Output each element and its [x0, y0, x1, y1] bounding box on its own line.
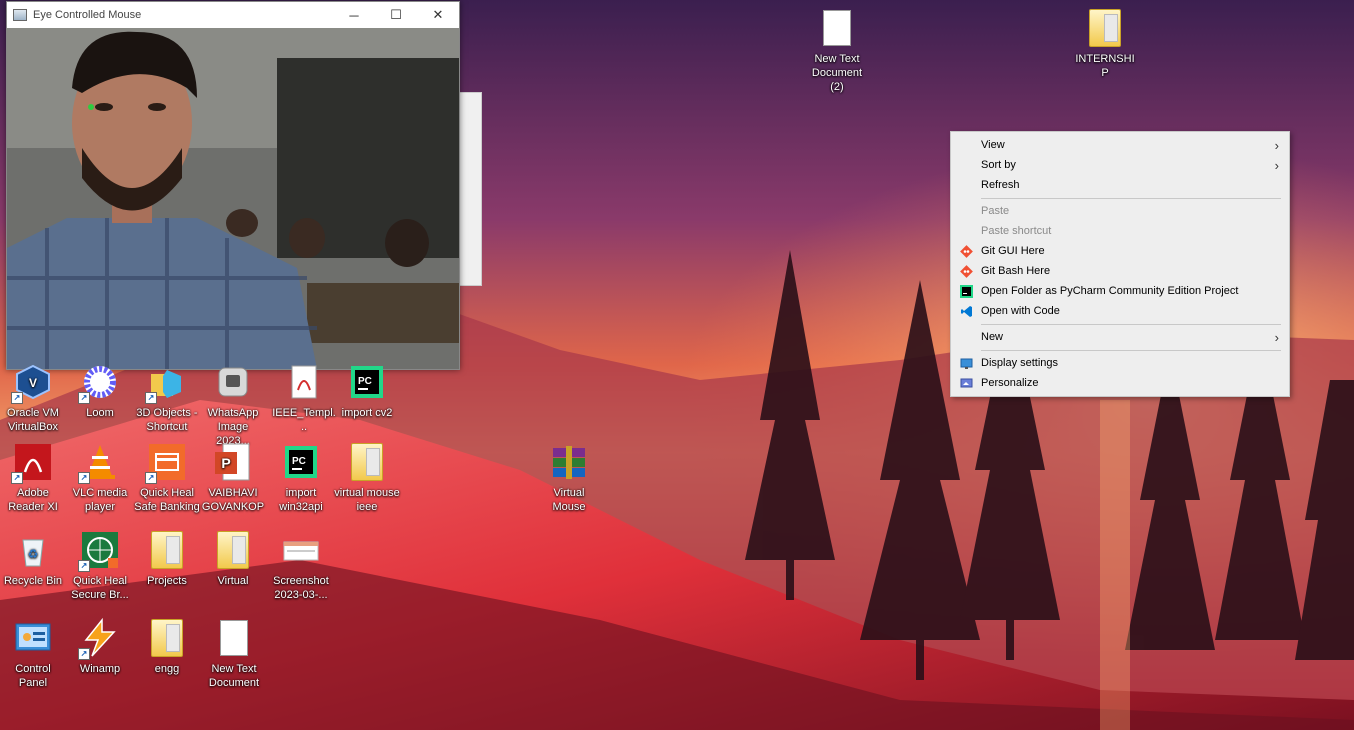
desktop-icon-internship[interactable]: INTERNSHIP	[1072, 8, 1138, 80]
svg-text:PC: PC	[358, 376, 372, 387]
menu-item-git-bash-here[interactable]: Git Bash Here	[951, 261, 1289, 281]
menu-item-sort-by[interactable]: Sort by ›	[951, 155, 1289, 175]
desktop-icon-loom[interactable]: ↗ Loom	[67, 362, 133, 420]
chevron-right-icon: ›	[1274, 329, 1279, 345]
menu-separator	[981, 350, 1281, 351]
window-title: Eye Controlled Mouse	[33, 9, 142, 21]
menu-item-refresh[interactable]: Refresh	[951, 175, 1289, 195]
svg-text:P: P	[221, 455, 230, 471]
maximize-button[interactable]: ☐	[375, 2, 417, 28]
recycle-bin-icon: ♻	[13, 530, 53, 570]
desktop-icon-whatsapp-image[interactable]: WhatsApp Image 2023...	[200, 362, 266, 448]
webcam-feed	[7, 28, 459, 369]
desktop-icon-virtual-mouse[interactable]: Virtual Mouse	[536, 442, 602, 514]
chevron-right-icon: ›	[1274, 137, 1279, 153]
desktop-icon-recycle-bin[interactable]: ♻ Recycle Bin	[0, 530, 66, 588]
vscode-icon	[960, 305, 973, 318]
desktop-icon-screenshot[interactable]: Screenshot 2023-03-...	[268, 530, 334, 602]
svg-text:PC: PC	[292, 456, 306, 467]
folder-icon	[147, 530, 187, 570]
quick-heal-browser-icon: ↗	[78, 530, 120, 572]
personalize-icon	[960, 377, 973, 390]
powerpoint-icon: P	[213, 442, 253, 482]
control-panel-icon	[13, 618, 53, 658]
desktop-icon-3d-objects-shortcut[interactable]: ↗ 3D Objects - Shortcut	[134, 362, 200, 434]
menu-item-view[interactable]: View ›	[951, 135, 1289, 155]
menu-separator	[981, 198, 1281, 199]
desktop-icon-virtual-mouse-ieee[interactable]: virtual mouse ieee	[334, 442, 400, 514]
svg-text:♻: ♻	[28, 547, 39, 561]
display-icon	[960, 357, 973, 370]
git-bash-icon	[960, 264, 973, 278]
window-titlebar[interactable]: Eye Controlled Mouse ─ ☐ ✕	[7, 2, 459, 28]
desktop-icon-engg[interactable]: engg	[134, 618, 200, 676]
desktop-icon-oracle-vm-virtualbox[interactable]: V ↗ Oracle VM VirtualBox	[0, 362, 66, 434]
image-icon	[213, 362, 253, 402]
text-document-icon	[817, 8, 857, 48]
pycharm-icon	[960, 284, 973, 298]
quick-heal-banking-icon: ↗	[145, 442, 187, 484]
desktop-icon-projects[interactable]: Projects	[134, 530, 200, 588]
desktop-icon-import-win32api[interactable]: PC import win32api	[268, 442, 334, 514]
menu-item-paste[interactable]: Paste	[951, 201, 1289, 221]
vlc-icon: ↗	[78, 442, 120, 484]
folder-icon	[1085, 8, 1125, 48]
menu-separator	[981, 324, 1281, 325]
menu-item-display-settings[interactable]: Display settings	[951, 353, 1289, 373]
virtualbox-icon: V ↗	[11, 362, 53, 404]
loom-icon: ↗	[78, 362, 120, 404]
folder-icon	[347, 442, 387, 482]
desktop-icon-ieee-template[interactable]: IEEE_Templ...	[271, 362, 337, 434]
desktop-icon-adobe-reader-xi[interactable]: ↗ Adobe Reader XI	[0, 442, 66, 514]
eye-controlled-mouse-window[interactable]: Eye Controlled Mouse ─ ☐ ✕	[6, 1, 460, 370]
desktop-icon-quick-heal-safe-banking[interactable]: ↗ Quick Heal Safe Banking	[134, 442, 200, 514]
git-gui-icon	[960, 244, 973, 258]
screenshot-icon	[281, 530, 321, 570]
adobe-reader-icon: ↗	[11, 442, 53, 484]
desktop-icon-new-text-document-2[interactable]: New Text Document (2)	[804, 8, 870, 94]
menu-item-git-gui-here[interactable]: Git GUI Here	[951, 241, 1289, 261]
pdf-icon	[284, 362, 324, 402]
text-document-icon	[214, 618, 254, 658]
winamp-icon: ↗	[78, 618, 120, 660]
desktop-icon-quick-heal-secure-browser[interactable]: ↗ Quick Heal Secure Br...	[67, 530, 133, 602]
desktop-icon-winamp[interactable]: ↗ Winamp	[67, 618, 133, 676]
folder-icon	[147, 618, 187, 658]
pycharm-icon: PC	[281, 442, 321, 482]
menu-item-open-with-code[interactable]: Open with Code	[951, 301, 1289, 321]
desktop-icon-virtual[interactable]: Virtual	[200, 530, 266, 588]
desktop-icon-vlc-media-player[interactable]: ↗ VLC media player	[67, 442, 133, 514]
minimize-button[interactable]: ─	[333, 2, 375, 28]
desktop-icon-import-cv2[interactable]: PC import cv2	[334, 362, 400, 420]
desktop-icon-new-text-document[interactable]: New Text Document	[201, 618, 267, 690]
chevron-right-icon: ›	[1274, 157, 1279, 173]
menu-item-paste-shortcut[interactable]: Paste shortcut	[951, 221, 1289, 241]
winrar-icon	[549, 442, 589, 482]
folder-icon	[213, 530, 253, 570]
menu-item-open-folder-pycharm[interactable]: Open Folder as PyCharm Community Edition…	[951, 281, 1289, 301]
desktop-icon-control-panel[interactable]: Control Panel	[0, 618, 66, 690]
menu-item-personalize[interactable]: Personalize	[951, 373, 1289, 393]
pycharm-icon: PC	[347, 362, 387, 402]
svg-text:V: V	[29, 376, 37, 390]
app-icon	[13, 9, 27, 21]
close-button[interactable]: ✕	[417, 2, 459, 28]
3d-objects-icon: ↗	[145, 362, 187, 404]
desktop-icon-vaibhavi-govankop[interactable]: P VAIBHAVI GOVANKOP	[200, 442, 266, 514]
desktop-context-menu[interactable]: View › Sort by › Refresh Paste Paste sho…	[950, 131, 1290, 397]
menu-item-new[interactable]: New ›	[951, 327, 1289, 347]
